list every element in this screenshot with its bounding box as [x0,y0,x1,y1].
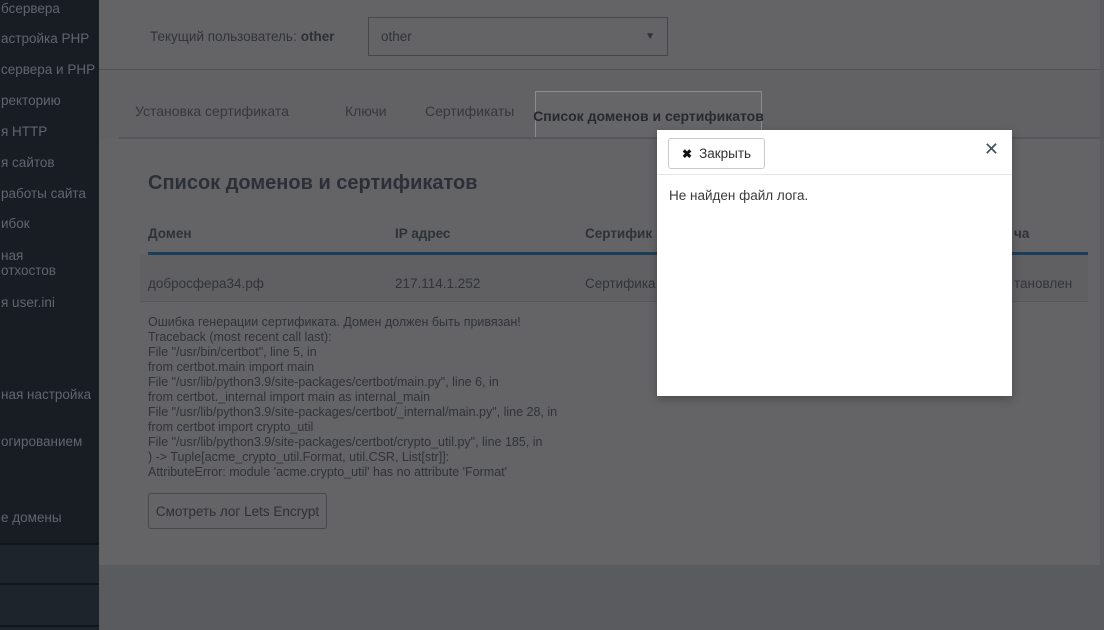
error-line: Ошибка генерации сертификата. Домен долж… [148,315,557,330]
tab-domain-cert-list-label: Список доменов и сертификатов [533,108,764,124]
sidebar-item[interactable]: бсервера [1,1,60,17]
current-user-bar: Текущий пользователь: other other ▼ [99,0,1100,70]
view-letsencrypt-log-button[interactable]: Смотреть лог Lets Encrypt [148,493,327,529]
error-line: from certbot import crypto_util [148,420,557,435]
sidebar-item[interactable]: е домены [1,510,62,526]
table-cell-ip: 217.114.1.252 [395,276,480,291]
sidebar-item[interactable]: ректорию [1,93,61,109]
table-cell-key-status: тановлен [1014,276,1072,291]
error-line: File "/usr/bin/certbot", line 5, in [148,345,557,360]
modal-close-button[interactable]: ✖ Закрыть [668,138,765,169]
error-line: File "/usr/lib/python3.9/site-packages/c… [148,375,557,390]
sidebar: бсервера астройка PHP сервера и PHP рект… [0,0,99,630]
tab-certificates[interactable]: Сертификаты [425,103,514,119]
tab-keys[interactable]: Ключи [345,103,387,119]
error-line: from certbot.main import main [148,360,557,375]
error-line: File "/usr/lib/python3.9/site-packages/c… [148,435,557,450]
error-line: ) -> Tuple[acme_crypto_util.Format, util… [148,450,557,465]
current-user-name: other [301,29,335,44]
sidebar-item[interactable]: работы сайта [1,186,86,202]
table-header-certificate: Сертифик [585,226,652,241]
close-icon[interactable]: ✕ [984,139,999,159]
sidebar-item[interactable]: я сайтов [1,155,55,171]
tabs-bar: Установка сертификата Ключи Сертификаты … [99,70,1100,139]
error-line: Traceback (most recent call last): [148,330,557,345]
current-user-label: Текущий пользователь: other [150,29,334,44]
modal-close-button-label: Закрыть [699,146,751,161]
user-select[interactable]: other ▼ [368,17,668,56]
close-x-icon: ✖ [682,147,692,161]
sidebar-item[interactable]: я user.ini [1,295,55,311]
app-root: бсервера астройка PHP сервера и PHP рект… [0,0,1104,630]
error-line: File "/usr/lib/python3.9/site-packages/c… [148,405,557,420]
chevron-down-icon: ▼ [645,31,655,42]
log-modal: ✖ Закрыть ✕ Не найден файл лога. [657,130,1012,396]
table-header-domain: Домен [148,226,192,241]
user-select-value: other [381,29,412,44]
sidebar-section[interactable] [0,585,99,625]
error-line: from certbot._internal import main as in… [148,390,557,405]
error-traceback: Ошибка генерации сертификата. Домен долж… [148,315,557,480]
sidebar-section[interactable] [0,545,99,583]
table-cell-certificate: Сертифика [585,276,656,291]
sidebar-item[interactable]: ная [1,248,23,264]
table-header-ip: IP адрес [395,226,450,241]
page-title: Список доменов и сертификатов [148,172,478,195]
sidebar-item[interactable]: огированием [1,434,82,450]
current-user-label-text: Текущий пользователь: [150,29,297,44]
log-modal-header: ✖ Закрыть ✕ [657,130,1012,175]
sidebar-item[interactable]: ибок [1,216,30,232]
sidebar-item[interactable]: астройка PHP [1,31,89,47]
sidebar-item[interactable]: ная настройка [1,387,91,403]
sidebar-item[interactable]: сервера и PHP [1,62,95,78]
sidebar-item[interactable]: отхостов [1,263,56,279]
sidebar-item[interactable]: я HTTP [1,124,47,140]
tab-cert-install[interactable]: Установка сертификата [135,103,289,119]
table-cell-domain: добросфера34.рф [148,276,264,291]
modal-message: Не найден файл лога. [669,188,808,203]
error-line: AttributeError: module 'acme.crypto_util… [148,465,557,480]
table-header-key-status: ча [1014,226,1029,241]
